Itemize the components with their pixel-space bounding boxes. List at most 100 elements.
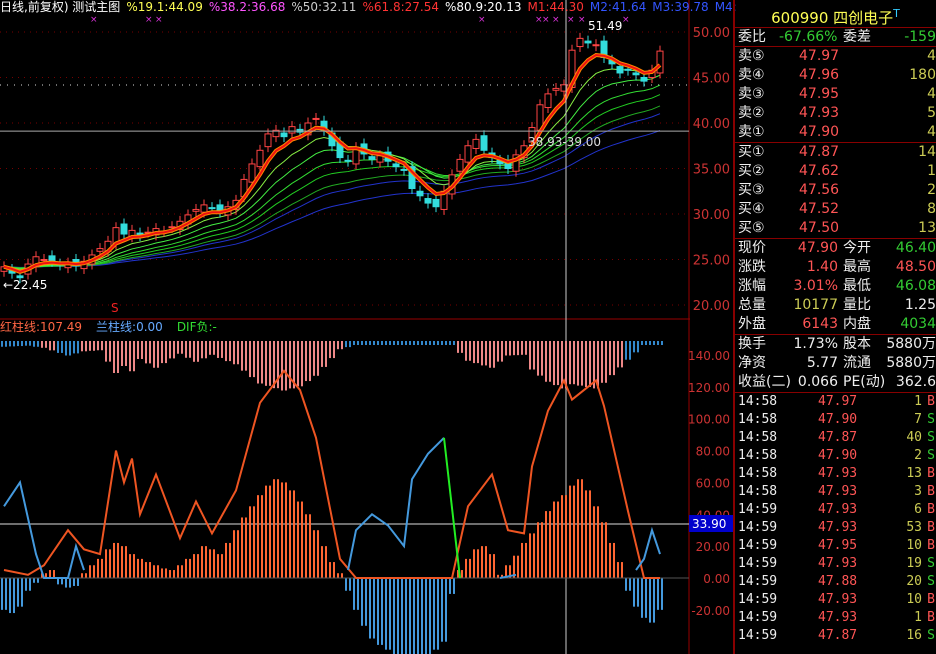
candle-body bbox=[400, 168, 408, 171]
trade-volume: 10 bbox=[906, 538, 922, 553]
indicator-tick: 80.00 bbox=[696, 445, 730, 459]
trade-time: 14:58 bbox=[738, 430, 778, 445]
trade-row: 14:59 47.93 6 B bbox=[735, 501, 936, 519]
level-label: 卖④ bbox=[738, 67, 765, 83]
stat-label: 现价 bbox=[738, 240, 766, 256]
trade-side: B bbox=[927, 538, 935, 553]
info-value: 5880万 bbox=[886, 355, 936, 371]
trade-row: 14:59 47.93 53 B bbox=[735, 519, 936, 537]
stat-label: 内盘 bbox=[843, 316, 871, 332]
trade-volume: 1 bbox=[914, 610, 922, 625]
indicator-tick: 120.00 bbox=[688, 381, 730, 395]
trade-side: B bbox=[927, 610, 935, 625]
price-tick: 30.00 bbox=[693, 208, 730, 223]
weicha-value: -159 bbox=[904, 29, 936, 45]
header-item: M2:41.64 bbox=[589, 0, 647, 14]
ask-row: 卖② 47.93 5 bbox=[735, 104, 936, 123]
price-tick: 45.00 bbox=[693, 72, 730, 87]
candle-body bbox=[656, 50, 664, 74]
trade-row: 14:59 47.87 16 S bbox=[735, 627, 936, 645]
stat-row: 外盘 6143 内盘 4034 bbox=[735, 315, 936, 334]
header-item: M3:39.78 bbox=[652, 0, 709, 14]
candle-body bbox=[48, 255, 56, 262]
trade-volume: 6 bbox=[914, 502, 922, 517]
trade-row: 14:59 47.95 10 B bbox=[735, 537, 936, 555]
header-item: %19.1:44.09 bbox=[126, 0, 203, 14]
candle-body bbox=[312, 117, 320, 120]
stock-name: 600990 四创电子 bbox=[771, 9, 894, 27]
price-tick: 25.00 bbox=[693, 254, 730, 269]
info-value: 362.6 bbox=[895, 374, 936, 390]
candle-body bbox=[40, 259, 48, 261]
level-price: 47.62 bbox=[799, 163, 840, 179]
level-price: 47.96 bbox=[799, 67, 840, 83]
trade-row: 14:59 47.93 1 B bbox=[735, 609, 936, 627]
weicha-label: 委差 bbox=[843, 29, 871, 45]
candle-body bbox=[192, 208, 200, 212]
candle-body bbox=[552, 87, 560, 91]
info-label: 流通 bbox=[843, 355, 871, 371]
trade-price: 47.90 bbox=[818, 412, 858, 427]
info-row: 净资 5.77 流通 5880万 bbox=[735, 354, 936, 373]
trade-list[interactable]: 14:58 47.97 1 B 14:58 47.90 7 S 14:58 47… bbox=[735, 393, 936, 645]
level-price: 47.52 bbox=[799, 201, 840, 217]
trade-price: 47.97 bbox=[818, 394, 858, 409]
moving-average-line bbox=[3, 94, 661, 269]
level-volume: 4 bbox=[927, 48, 936, 64]
level-label: 卖② bbox=[738, 105, 765, 121]
candle-body bbox=[288, 126, 296, 134]
candle-body bbox=[584, 40, 592, 44]
price-tick: 40.00 bbox=[693, 117, 730, 132]
info-row: 换手 1.73% 股本 5880万 bbox=[735, 335, 936, 354]
stat-value: 6143 bbox=[802, 316, 838, 332]
signal-x-mark: × bbox=[478, 15, 486, 25]
candle-body bbox=[96, 248, 104, 252]
weibi-row: 委比 -67.66% 委差 -159 bbox=[735, 28, 936, 47]
level-price: 47.97 bbox=[799, 48, 840, 64]
trade-time: 14:58 bbox=[738, 484, 778, 499]
candle-body bbox=[280, 132, 288, 138]
signal-x-mark: × bbox=[90, 15, 98, 25]
indicator-tick: 100.00 bbox=[688, 413, 730, 427]
sell-signal-mark: S bbox=[111, 301, 119, 315]
level-label: 买① bbox=[738, 144, 765, 160]
candle-body bbox=[200, 204, 208, 213]
trade-price: 47.93 bbox=[818, 502, 858, 517]
indicator-item: 红柱线:107.49 bbox=[0, 320, 83, 334]
header-item: %38.2:36.68 bbox=[208, 0, 286, 14]
info-label: 股本 bbox=[843, 336, 871, 352]
trade-volume: 16 bbox=[906, 628, 922, 643]
trade-time: 14:59 bbox=[738, 628, 778, 643]
candle-body bbox=[632, 72, 640, 76]
trade-side: B bbox=[927, 484, 935, 499]
trade-row: 14:58 47.90 2 S bbox=[735, 447, 936, 465]
trade-volume: 1 bbox=[914, 394, 922, 409]
price-tick: 20.00 bbox=[693, 299, 730, 314]
stock-title: 600990 四创电子T bbox=[735, 0, 936, 28]
trade-side: B bbox=[927, 592, 935, 607]
high-price-label: 51.49 bbox=[588, 19, 622, 33]
trade-time: 14:58 bbox=[738, 394, 778, 409]
indicator-tick: 140.00 bbox=[688, 349, 730, 363]
level-label: 买④ bbox=[738, 201, 765, 217]
stat-label: 量比 bbox=[843, 297, 871, 313]
stat-value: 47.90 bbox=[797, 240, 838, 256]
candle-body bbox=[120, 223, 128, 235]
trade-time: 14:59 bbox=[738, 592, 778, 607]
ask-row: 卖① 47.90 4 bbox=[735, 123, 936, 142]
candle-body bbox=[544, 93, 552, 109]
stat-row: 涨幅 3.01% 最低 46.08 bbox=[735, 277, 936, 296]
trade-time: 14:59 bbox=[738, 538, 778, 553]
stat-value: 4034 bbox=[900, 316, 936, 332]
stat-label: 最高 bbox=[843, 259, 871, 275]
level-price: 47.87 bbox=[799, 144, 840, 160]
candle-body bbox=[616, 66, 624, 74]
stat-label: 涨幅 bbox=[738, 278, 766, 294]
trade-time: 14:59 bbox=[738, 574, 778, 589]
stat-label: 最低 bbox=[843, 278, 871, 294]
level-price: 47.93 bbox=[799, 105, 840, 121]
price-tick: 50.00 bbox=[693, 26, 730, 41]
level-label: 买② bbox=[738, 163, 765, 179]
trade-volume: 20 bbox=[906, 574, 922, 589]
price-tick: 35.00 bbox=[693, 163, 730, 178]
